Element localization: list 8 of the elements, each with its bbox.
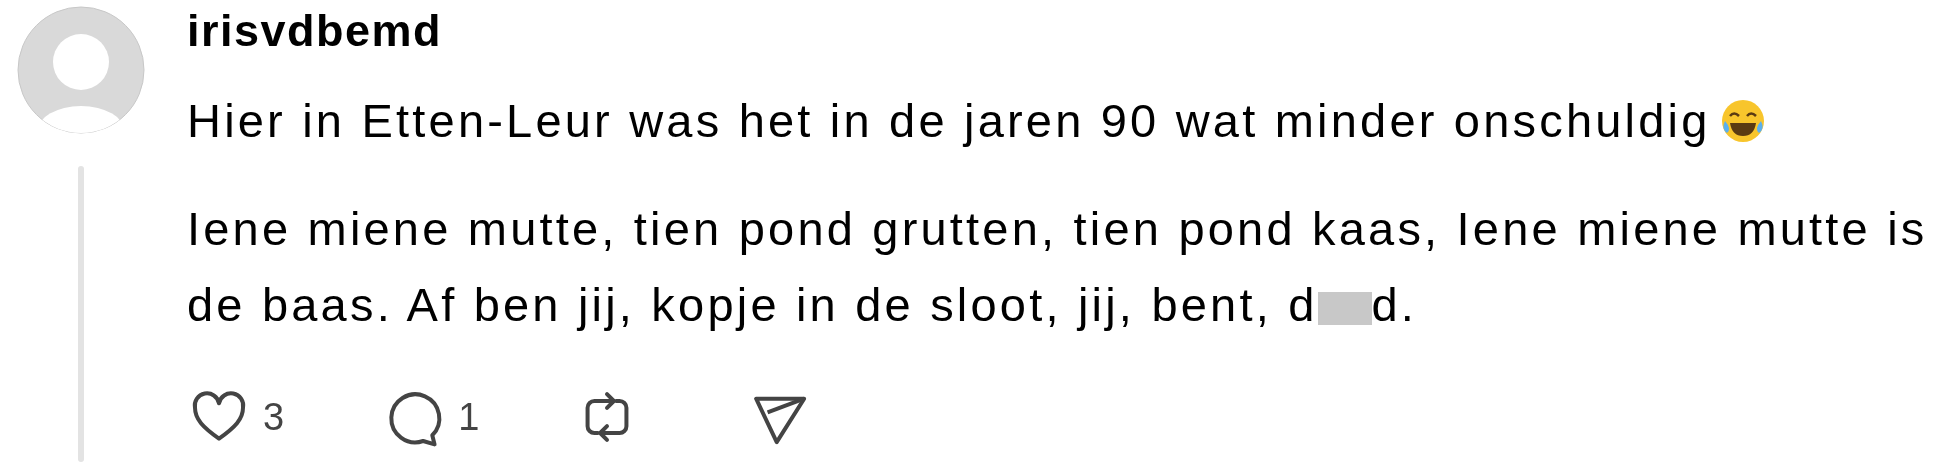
count-label: 1 bbox=[458, 394, 480, 440]
censor-bar bbox=[1317, 292, 1372, 326]
post-paragraph: Iene miene mutte, tien pond grutten, tien pond kaas, Iene miene mutte is de baas. Af ben jij, kopje in de sloot, jij, bent, d d. bbox=[187, 201, 1929, 334]
like-button[interactable]: 3 bbox=[187, 385, 285, 450]
count-label: 3 bbox=[263, 394, 285, 440]
username-link[interactable]: irisvdbemd bbox=[187, 8, 443, 53]
reply-button[interactable]: 1 bbox=[382, 385, 480, 450]
post-text: Hier in Etten-Leur was het in de jaren 90 wat minder onschuldig bbox=[187, 93, 1711, 149]
